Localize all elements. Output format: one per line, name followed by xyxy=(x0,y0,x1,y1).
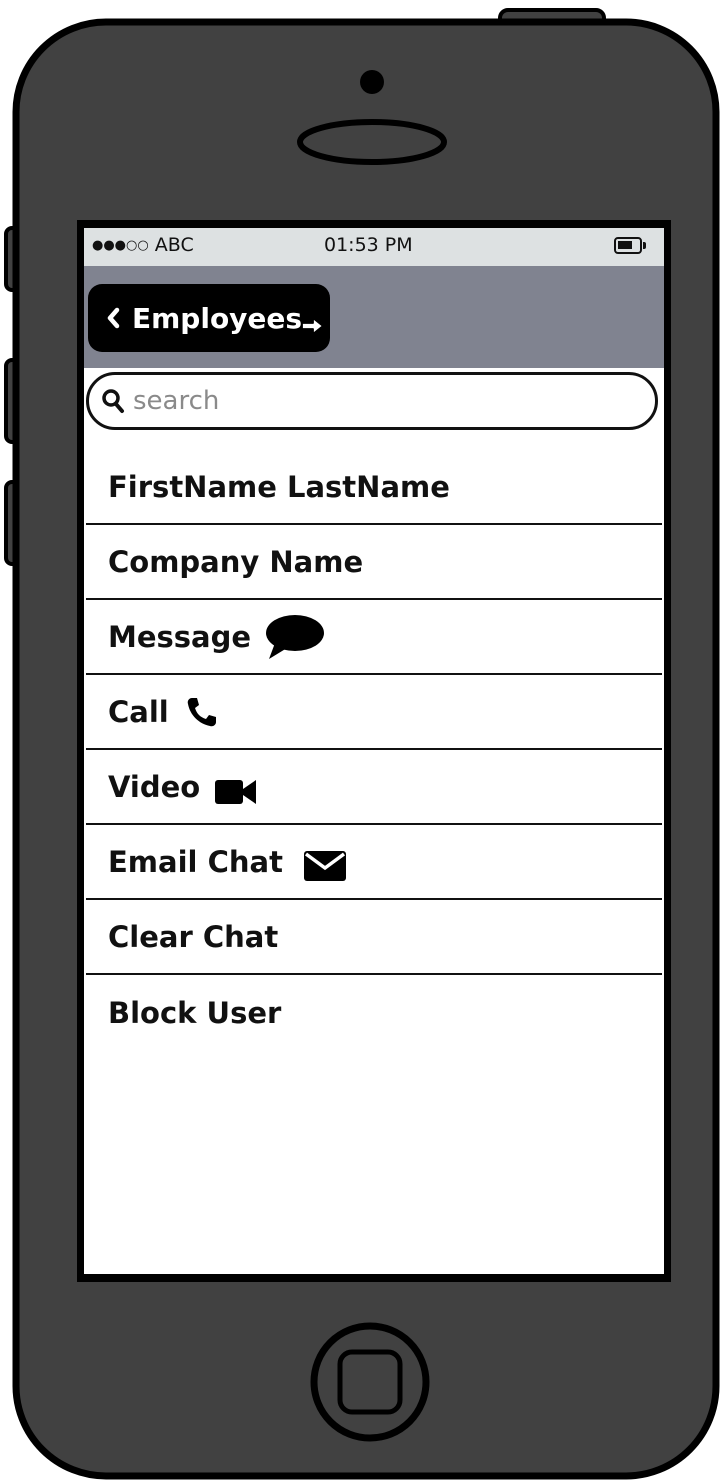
phone-icon xyxy=(187,697,216,726)
back-button[interactable]: Employees xyxy=(88,284,330,352)
navigation-bar: Employees xyxy=(84,266,664,368)
list-item-contact-name[interactable]: FirstName LastName xyxy=(86,450,662,525)
list-item-company-name[interactable]: Company Name xyxy=(86,525,662,600)
list-item-label: FirstName LastName xyxy=(108,469,450,504)
list-item-label: Block User xyxy=(108,995,282,1030)
home-button[interactable] xyxy=(310,1322,430,1442)
list-item-call[interactable]: Call xyxy=(86,675,662,750)
list-item-label: Email Chat xyxy=(108,844,283,879)
speaker-grille xyxy=(297,119,447,165)
search-icon xyxy=(102,389,124,413)
screen: ●●●○○ ABC 01:53 PM Employees search Firs… xyxy=(84,228,664,1274)
pointer-arrow-icon xyxy=(301,317,324,335)
list-item-email-chat[interactable]: Email Chat xyxy=(86,825,662,900)
video-camera-icon xyxy=(215,779,257,804)
list-item-video[interactable]: Video xyxy=(86,750,662,825)
speech-bubble-icon xyxy=(266,614,325,659)
status-time: 01:53 PM xyxy=(324,234,413,256)
battery-icon xyxy=(614,237,646,254)
list-item-label: Message xyxy=(108,619,252,654)
camera-icon xyxy=(360,70,384,94)
list-item-clear-chat[interactable]: Clear Chat xyxy=(86,900,662,975)
search-placeholder: search xyxy=(133,386,220,416)
status-bar: ●●●○○ ABC 01:53 PM xyxy=(84,228,664,266)
contact-options-list: FirstName LastName Company Name Message … xyxy=(86,450,662,1050)
back-button-label: Employees xyxy=(132,301,303,335)
signal-strength-icon: ●●●○○ xyxy=(92,238,149,253)
list-item-message[interactable]: Message xyxy=(86,600,662,675)
carrier-name: ABC xyxy=(154,234,194,256)
battery-level xyxy=(618,241,632,249)
chevron-left-icon xyxy=(107,307,120,329)
list-item-block-user[interactable]: Block User xyxy=(86,975,662,1050)
list-item-label: Call xyxy=(108,694,169,729)
search-input[interactable]: search xyxy=(86,372,658,430)
list-item-label: Video xyxy=(108,769,201,804)
envelope-icon xyxy=(303,850,346,881)
carrier-indicator: ●●●○○ ABC xyxy=(92,234,194,256)
list-item-label: Clear Chat xyxy=(108,919,279,954)
list-item-label: Company Name xyxy=(108,544,364,579)
